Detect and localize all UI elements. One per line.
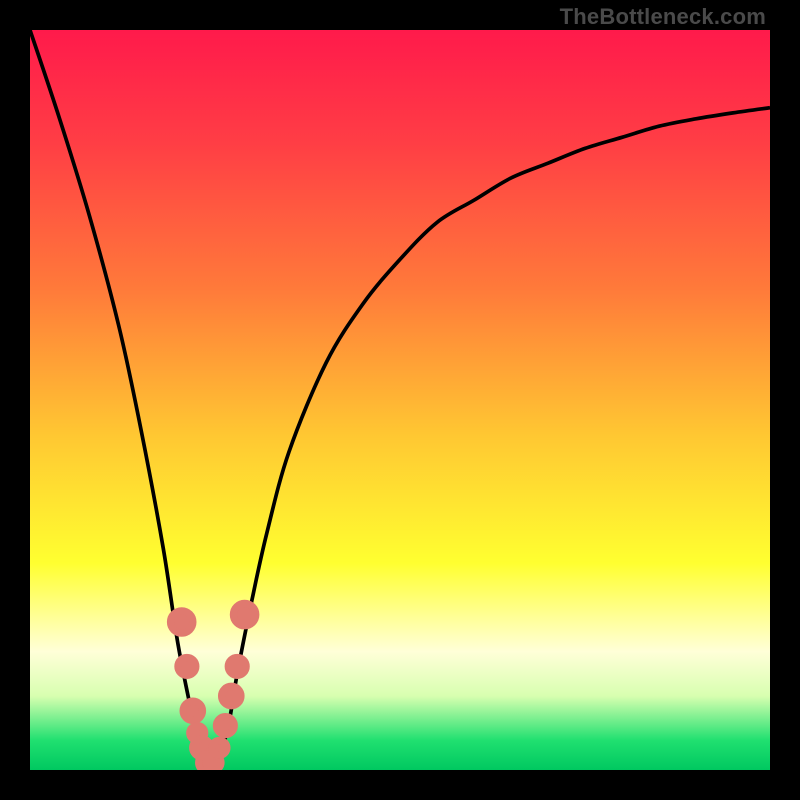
chart-frame: TheBottleneck.com <box>0 0 800 800</box>
data-marker <box>171 611 193 633</box>
bottleneck-curve <box>30 30 770 770</box>
data-marker <box>234 604 256 626</box>
data-marker <box>228 658 246 676</box>
data-marker <box>216 717 234 735</box>
data-marker <box>212 740 227 755</box>
curve-layer <box>30 30 770 770</box>
data-marker <box>222 686 241 705</box>
data-marker <box>178 658 196 676</box>
plot-area <box>30 30 770 770</box>
watermark-text: TheBottleneck.com <box>560 4 766 30</box>
marker-group <box>171 604 256 771</box>
data-marker <box>183 701 202 720</box>
